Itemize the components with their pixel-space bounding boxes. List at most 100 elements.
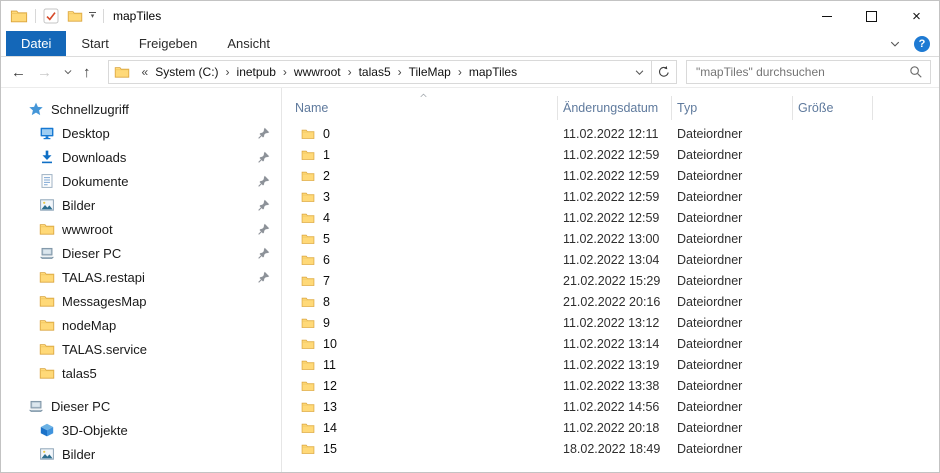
refresh-icon [657, 65, 671, 79]
file-row[interactable]: 13 11.02.2022 14:56 Dateiordner [282, 396, 939, 417]
sidebar-item[interactable]: Downloads [1, 145, 281, 169]
ribbon-tab-bar: Datei Start Freigeben Ansicht ? [1, 31, 939, 57]
file-row[interactable]: 7 21.02.2022 15:29 Dateiordner [282, 270, 939, 291]
title-bar: ▾ mapTiles × [1, 1, 939, 31]
file-row[interactable]: 10 11.02.2022 13:14 Dateiordner [282, 333, 939, 354]
ribbon-tab[interactable]: Start [66, 31, 123, 56]
sidebar-item[interactable]: wwwroot [1, 217, 281, 241]
column-header-modified[interactable]: Änderungsdatum [558, 96, 672, 120]
breadcrumb-segment[interactable]: › mapTiles [451, 65, 517, 79]
folder-icon [301, 442, 315, 456]
breadcrumb-segment[interactable]: « System (C:) [135, 65, 219, 79]
sidebar-item[interactable]: Bilder [1, 442, 281, 466]
sidebar-item-icon [39, 173, 55, 189]
column-header-size[interactable]: Größe [793, 96, 873, 120]
pin-icon [257, 199, 270, 212]
file-type: Dateiordner [672, 169, 793, 183]
folder-icon [301, 421, 315, 435]
breadcrumb-segment[interactable]: › wwwroot [276, 65, 341, 79]
file-row[interactable]: 15 18.02.2022 18:49 Dateiordner [282, 438, 939, 459]
sidebar-item[interactable]: TALAS.service [1, 337, 281, 361]
file-row[interactable]: 4 11.02.2022 12:59 Dateiordner [282, 207, 939, 228]
folder-icon [301, 274, 315, 288]
file-row[interactable]: 5 11.02.2022 13:00 Dateiordner [282, 228, 939, 249]
file-row[interactable]: 11 11.02.2022 13:19 Dateiordner [282, 354, 939, 375]
ribbon-tabs: Datei Start Freigeben Ansicht [6, 31, 285, 56]
file-row[interactable]: 8 21.02.2022 20:16 Dateiordner [282, 291, 939, 312]
breadcrumb-segment[interactable]: › TileMap [391, 65, 451, 79]
file-row[interactable]: 14 11.02.2022 20:18 Dateiordner [282, 417, 939, 438]
sidebar-item[interactable]: Dieser PC [1, 241, 281, 265]
file-row[interactable]: 1 11.02.2022 12:59 Dateiordner [282, 144, 939, 165]
sidebar-item[interactable]: talas5 [1, 361, 281, 385]
back-button[interactable]: ← [11, 65, 26, 80]
address-bar[interactable]: « System (C:) › inetpub › wwwroot › tala… [108, 60, 653, 84]
help-button[interactable]: ? [914, 36, 930, 52]
up-button[interactable]: ↑ [83, 65, 91, 80]
sidebar-item[interactable]: TALAS.restapi [1, 265, 281, 289]
sidebar-item[interactable]: Desktop [1, 121, 281, 145]
folder-icon [301, 358, 315, 372]
breadcrumb-segment[interactable]: › inetpub [219, 65, 276, 79]
file-modified-date: 11.02.2022 13:38 [558, 379, 672, 393]
qat-properties-check-icon[interactable] [43, 8, 59, 24]
address-dropdown-icon[interactable] [634, 67, 645, 78]
file-row[interactable]: 9 11.02.2022 13:12 Dateiordner [282, 312, 939, 333]
file-modified-date: 21.02.2022 15:29 [558, 274, 672, 288]
file-type: Dateiordner [672, 295, 793, 309]
forward-button[interactable]: → [37, 65, 52, 80]
ribbon-tab[interactable]: Freigeben [124, 31, 213, 56]
folder-icon [301, 211, 315, 225]
file-modified-date: 11.02.2022 13:12 [558, 316, 672, 330]
pin-icon [257, 127, 270, 140]
file-name: 1 [323, 148, 330, 162]
search-icon[interactable] [909, 65, 923, 79]
ribbon-tab[interactable]: Ansicht [212, 31, 285, 56]
sidebar-item[interactable]: Dokumente [1, 169, 281, 193]
file-name: 0 [323, 127, 330, 141]
file-type: Dateiordner [672, 316, 793, 330]
column-header-type[interactable]: Typ [672, 96, 793, 120]
file-row[interactable]: 0 11.02.2022 12:11 Dateiordner [282, 123, 939, 144]
expand-ribbon-icon[interactable] [889, 38, 901, 50]
refresh-button[interactable] [651, 60, 677, 84]
file-type: Dateiordner [672, 232, 793, 246]
close-button[interactable]: × [894, 1, 939, 31]
sidebar-item[interactable]: MessagesMap [1, 289, 281, 313]
pin-icon [257, 151, 270, 164]
folder-icon [301, 295, 315, 309]
file-type: Dateiordner [672, 211, 793, 225]
file-modified-date: 18.02.2022 18:49 [558, 442, 672, 456]
file-modified-date: 11.02.2022 12:59 [558, 148, 672, 162]
file-row[interactable]: 3 11.02.2022 12:59 Dateiordner [282, 186, 939, 207]
recent-locations-dropdown-icon[interactable] [63, 67, 73, 77]
file-name: 7 [323, 274, 330, 288]
maximize-button[interactable] [849, 1, 894, 31]
sidebar-item[interactable]: Schnellzugriff [1, 97, 281, 121]
sidebar-item[interactable]: 3D-Objekte [1, 418, 281, 442]
sidebar-item[interactable]: Bilder [1, 193, 281, 217]
file-modified-date: 11.02.2022 12:59 [558, 211, 672, 225]
qat-customize-dropdown[interactable]: ▾ [89, 12, 96, 20]
minimize-button[interactable] [804, 1, 849, 31]
file-modified-date: 11.02.2022 12:59 [558, 169, 672, 183]
qat-new-folder-icon[interactable] [67, 8, 83, 24]
sidebar-item-icon [28, 398, 44, 414]
breadcrumb-segment[interactable]: › talas5 [341, 65, 391, 79]
maximize-icon [866, 11, 877, 22]
address-folder-icon [114, 64, 130, 80]
file-name: 11 [323, 358, 336, 372]
file-row[interactable]: 2 11.02.2022 12:59 Dateiordner [282, 165, 939, 186]
file-row[interactable]: 12 11.02.2022 13:38 Dateiordner [282, 375, 939, 396]
ribbon-tab[interactable]: Datei [6, 31, 66, 56]
sort-ascending-icon[interactable] [417, 91, 430, 100]
pin-icon [257, 175, 270, 188]
file-type: Dateiordner [672, 274, 793, 288]
file-row[interactable]: 6 11.02.2022 13:04 Dateiordner [282, 249, 939, 270]
file-type: Dateiordner [672, 358, 793, 372]
breadcrumb-separator: › [283, 65, 287, 79]
sidebar-item[interactable]: nodeMap [1, 313, 281, 337]
search-input[interactable]: "mapTiles" durchsuchen [686, 60, 931, 84]
sidebar-item[interactable]: Dieser PC [1, 394, 281, 418]
sidebar-item-icon [39, 422, 55, 438]
